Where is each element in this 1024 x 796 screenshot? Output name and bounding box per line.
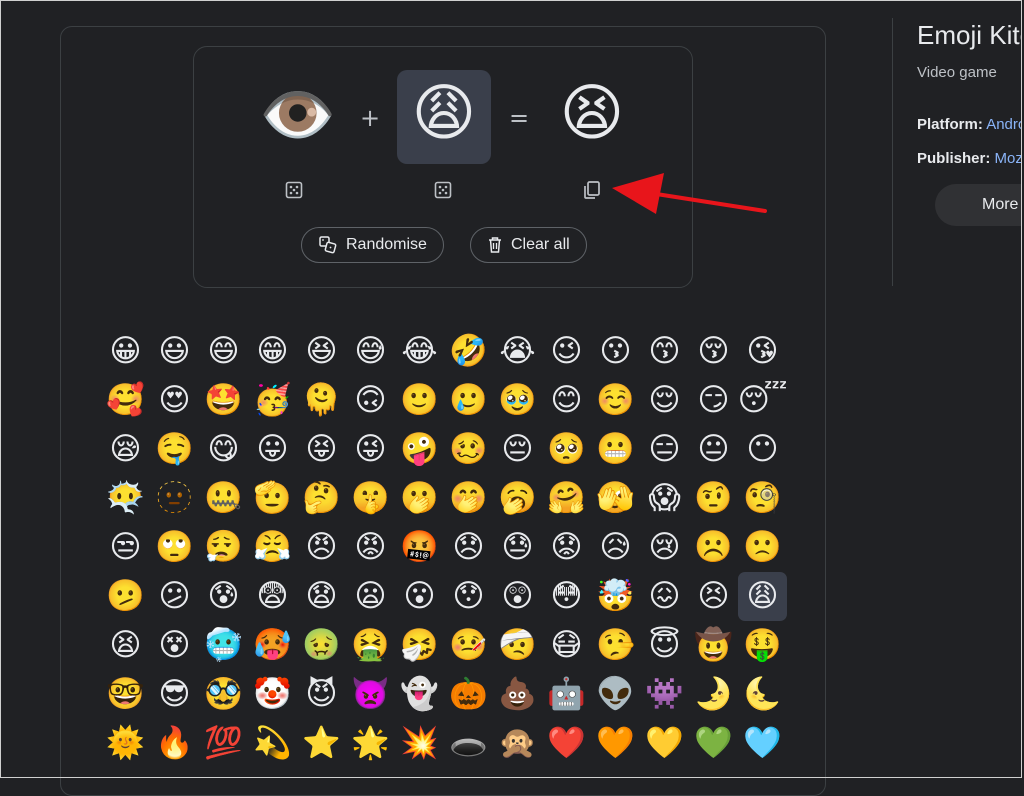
knowledge-panel: Emoji Kitchen Video game Platform: Andro…: [0, 0, 1022, 780]
publisher-label: Publisher:: [917, 150, 991, 167]
platform-label: Platform:: [917, 116, 983, 133]
publisher-row: Publisher: Mozilla: [917, 150, 1022, 167]
knowledge-panel-title: Emoji Kitchen: [917, 20, 1022, 50]
knowledge-panel-subtitle: Video game: [917, 64, 997, 81]
platform-row: Platform: Android: [917, 116, 1022, 133]
platform-link[interactable]: Android: [986, 116, 1022, 133]
publisher-link[interactable]: Mozilla: [995, 150, 1022, 167]
more-button[interactable]: More: [935, 184, 1022, 226]
